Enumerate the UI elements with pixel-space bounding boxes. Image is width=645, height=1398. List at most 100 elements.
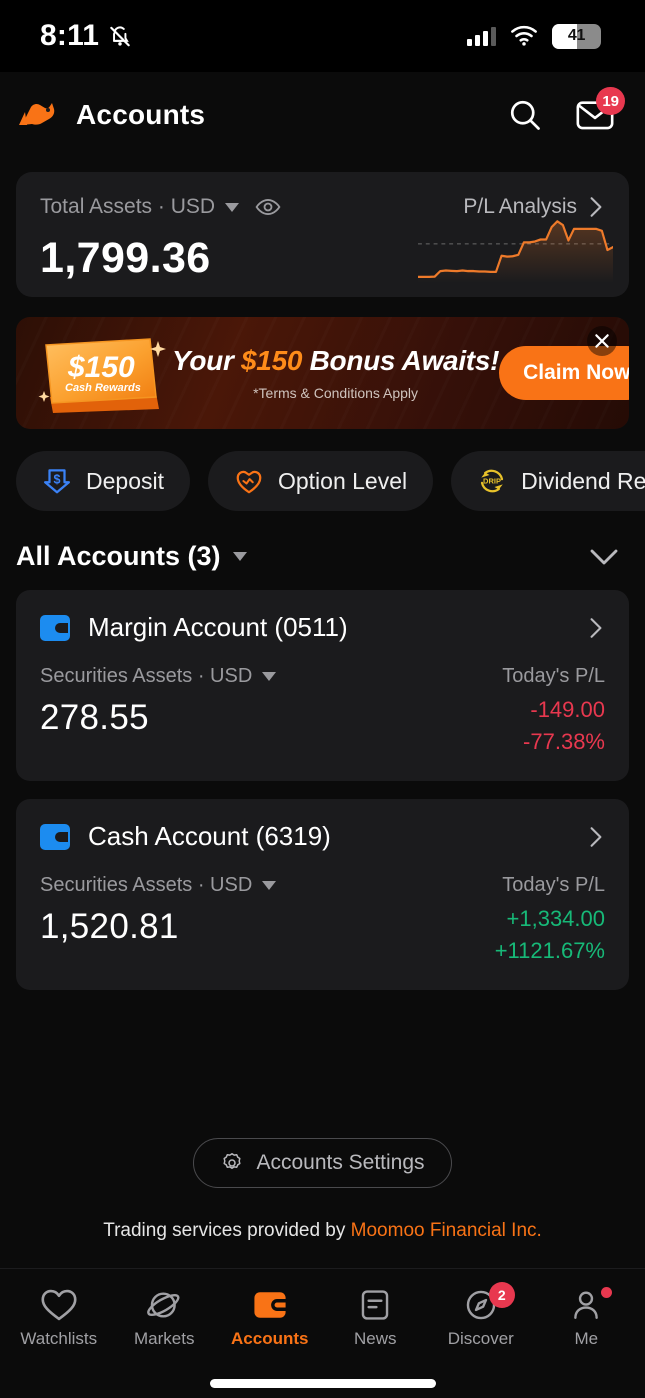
- svg-text:$150: $150: [67, 351, 135, 384]
- home-indicator[interactable]: [209, 1378, 436, 1388]
- promo-headline-amount: $150: [241, 345, 303, 376]
- account-pl-percent: +1121.67%: [494, 938, 605, 963]
- tab-label: News: [353, 1329, 397, 1348]
- header-actions: 19: [505, 87, 625, 135]
- tab-accounts[interactable]: Accounts: [222, 1288, 318, 1349]
- account-pl-title: Today's P/L: [502, 874, 605, 896]
- account-card-body: Securities Assets · USD 1,520.81 Today's…: [40, 874, 605, 964]
- eye-icon[interactable]: [255, 194, 281, 220]
- account-pl-percent: -77.38%: [523, 729, 605, 754]
- accounts-filter[interactable]: All Accounts (3): [16, 541, 247, 572]
- accounts-settings-button[interactable]: Accounts Settings: [193, 1138, 452, 1188]
- total-assets-selector[interactable]: Total Assets · USD: [40, 194, 281, 220]
- brand: Accounts: [18, 99, 205, 131]
- account-assets-value: 278.55: [40, 698, 149, 737]
- tab-news[interactable]: News: [327, 1288, 423, 1349]
- deposit-arrow-icon: $: [44, 469, 70, 494]
- quick-action-label: Option Level: [277, 467, 408, 494]
- accounts-section-header: All Accounts (3): [0, 511, 645, 590]
- account-card-body: Securities Assets · USD 278.55 Today's P…: [40, 665, 605, 755]
- wallet-icon: [40, 823, 70, 850]
- wallet-icon: [254, 1292, 288, 1318]
- bottom-tab-bar: Watchlists Markets Accounts News Discove…: [0, 1268, 645, 1368]
- status-bar-right: 41: [467, 23, 601, 49]
- caret-down-icon: [225, 202, 240, 212]
- legal-footer: Trading services provided by Moomoo Fina…: [0, 1220, 645, 1242]
- tab-label: Markets: [134, 1329, 195, 1348]
- home-indicator-area: [0, 1368, 645, 1398]
- tab-me[interactable]: Me: [538, 1287, 634, 1349]
- cash-rewards-coupon-icon: $150 Cash Rewards: [38, 338, 166, 413]
- bell-off-icon: [110, 26, 130, 47]
- tab-discover[interactable]: Discover 2: [433, 1282, 529, 1349]
- account-assets-selector[interactable]: Securities Assets · USD: [40, 874, 277, 897]
- total-assets-card[interactable]: Total Assets · USD P/L Analysis 1,799.36: [16, 172, 629, 297]
- planet-icon: [147, 1292, 180, 1318]
- svg-text:$: $: [54, 473, 61, 487]
- account-pl-amount: +1,334.00: [506, 906, 605, 931]
- account-assets: Securities Assets · USD 278.55: [40, 665, 277, 738]
- tab-label: Me: [574, 1329, 599, 1348]
- account-pl-amount: -149.00: [530, 697, 605, 722]
- quick-action-label: Deposit: [86, 467, 164, 494]
- total-assets-label: Total Assets · USD: [40, 195, 216, 218]
- wallet-icon: [40, 614, 70, 641]
- account-card-header: Margin Account (0511): [40, 612, 605, 643]
- moomoo-bull-logo: [19, 103, 55, 125]
- mail-badge: 19: [596, 87, 625, 115]
- document-icon: [362, 1290, 389, 1320]
- account-pl: Today's P/L +1,334.00 +1121.67%: [495, 874, 605, 964]
- account-name: Margin Account (0511): [88, 612, 348, 642]
- legal-link[interactable]: Moomoo Financial Inc.: [351, 1220, 542, 1241]
- quick-action-dividend-reinvestment[interactable]: DRIP Dividend Reinvestment: [451, 451, 645, 511]
- caret-down-icon: [262, 672, 277, 681]
- promo-banner[interactable]: $150 Cash Rewards Your $150 Bonus Awaits…: [16, 317, 629, 429]
- account-card-margin[interactable]: Margin Account (0511) Securities Assets …: [16, 590, 629, 781]
- quick-action-option-level[interactable]: Option Level: [207, 451, 434, 511]
- status-bar-left: 8:11: [40, 19, 133, 53]
- account-assets: Securities Assets · USD 1,520.81: [40, 874, 277, 947]
- account-card-cash[interactable]: Cash Account (6319) Securities Assets · …: [16, 799, 629, 990]
- tab-badge: 2: [488, 1282, 515, 1308]
- app-screen: 8:11 41 Accounts 19 Total Assets · USD P…: [0, 0, 645, 1398]
- promo-headline-pre: Your: [172, 345, 242, 376]
- caret-down-icon: [262, 881, 277, 890]
- battery-indicator: 41: [552, 23, 601, 49]
- tab-label: Discover: [447, 1329, 514, 1348]
- svg-text:DRIP: DRIP: [483, 477, 501, 486]
- accounts-settings-wrap: Accounts Settings: [0, 1138, 645, 1188]
- quick-actions: $ Deposit Option Level DRIP Dividend Rei…: [0, 429, 645, 511]
- chevron-right-icon[interactable]: [587, 826, 605, 848]
- accounts-settings-label: Accounts Settings: [256, 1151, 425, 1174]
- account-pl: Today's P/L -149.00 -77.38%: [502, 665, 605, 755]
- account-name: Cash Account (6319): [88, 821, 331, 851]
- account-pl-title: Today's P/L: [502, 665, 605, 687]
- person-icon: [574, 1291, 599, 1319]
- quick-action-deposit[interactable]: $ Deposit: [16, 451, 190, 511]
- chevron-right-icon[interactable]: [587, 617, 605, 639]
- account-assets-label: Securities Assets · USD: [40, 665, 253, 687]
- promo-headline-post: Bonus Awaits!: [302, 345, 500, 376]
- tab-watchlists[interactable]: Watchlists: [11, 1288, 107, 1349]
- cellular-signal-icon: [467, 26, 496, 46]
- account-assets-selector[interactable]: Securities Assets · USD: [40, 665, 277, 688]
- app-header: Accounts 19: [0, 72, 645, 158]
- mail-button[interactable]: 19: [575, 87, 625, 135]
- tab-label: Accounts: [231, 1329, 309, 1348]
- tab-markets[interactable]: Markets: [116, 1288, 212, 1349]
- svg-text:Cash Rewards: Cash Rewards: [65, 382, 141, 394]
- drip-icon: DRIP: [481, 469, 504, 493]
- promo-terms: *Terms & Conditions Apply: [253, 385, 419, 401]
- account-identity: Cash Account (6319): [40, 821, 331, 852]
- promo-text: Your $150 Bonus Awaits! *Terms & Conditi…: [172, 345, 499, 401]
- claim-now-button[interactable]: Claim Now: [499, 346, 629, 400]
- legal-prefix: Trading services provided by: [103, 1220, 351, 1241]
- status-bar: 8:11 41: [0, 0, 645, 72]
- heart-icon: [41, 1289, 77, 1321]
- promo-close-button[interactable]: [587, 326, 617, 356]
- caret-down-icon: [232, 552, 247, 561]
- chevron-down-icon[interactable]: [589, 547, 619, 567]
- search-button[interactable]: [505, 95, 545, 135]
- promo-headline: Your $150 Bonus Awaits!: [172, 345, 499, 377]
